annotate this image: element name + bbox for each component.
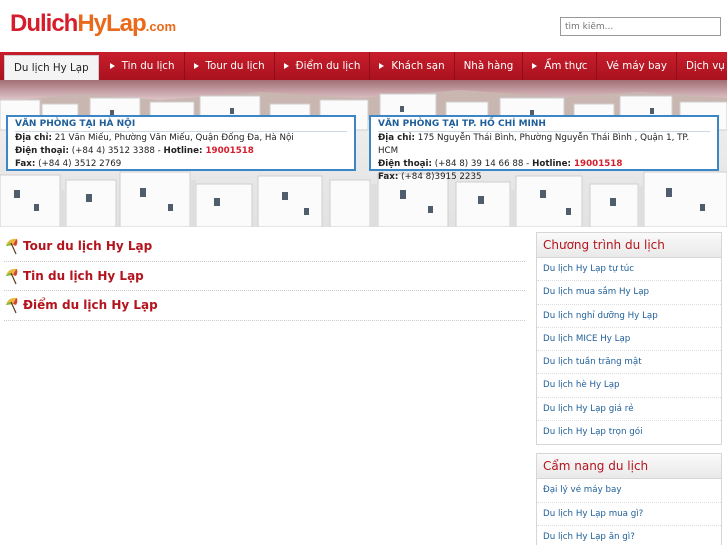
hotline-label: Hotline: [163,146,203,156]
office-fax: Fax: (+84 4) 3512 2769 [15,158,347,171]
nav-item-tour-du-lich[interactable]: Tour du lịch [185,52,275,80]
nav-item-nha-hang[interactable]: Nhà hàng [455,52,524,80]
box-handbook: Cẩm nang du lịch Đại lý vé máy bay Du lị… [536,453,722,545]
office-card-hanoi: VĂN PHÒNG TẠI HÀ NỘI Địa chỉ: 21 Văn Miế… [6,115,356,171]
logo-text-part1: Dulich [10,10,78,37]
nav-item-label: Vé máy bay [606,60,667,72]
address-label: Địa chỉ: [378,133,415,143]
box-title: Cẩm nang du lịch [537,454,721,480]
category-destinations[interactable]: Điểm du lịch Hy Lạp [4,291,525,321]
address-value: 175 Nguyễn Thái Bình, Phường Nguyễn Thái… [378,133,690,156]
beach-umbrella-icon [6,239,18,255]
sidebar-link[interactable]: Đại lý vé máy bay [537,479,721,503]
office-phone: Điện thoại: (+84 8) 39 14 66 88 - Hotlin… [378,158,710,171]
beach-umbrella-icon [6,298,18,314]
category-tour[interactable]: Tour du lịch Hy Lạp [4,232,525,262]
logo-text-part3: .com [145,19,177,34]
nav-item-label: Điểm du lịch [295,60,361,72]
office-address: Địa chỉ: 21 Văn Miếu, Phường Văn Miếu, Q… [15,132,347,145]
nav-item-du-lich-hy-lap[interactable]: Du lịch Hy Lạp [4,55,99,80]
hotline-label: Hotline: [532,159,571,169]
nav-item-dich-vu-visa[interactable]: Dịch vụ Visa [677,52,727,80]
arrow-right-icon [532,63,538,69]
box-title: Chương trình du lịch [537,233,721,258]
nav-item-am-thuc[interactable]: Ẩm thực [523,52,598,80]
nav-item-diem-du-lich[interactable]: Điểm du lịch [275,52,371,80]
hotline-value: 19001518 [570,159,623,169]
category-news[interactable]: Tin du lịch Hy Lạp [4,262,525,291]
sidebar-link[interactable]: Du lịch Hy Lạp ăn gì? [537,526,721,545]
office-title: VĂN PHÒNG TẠI TP. HỒ CHÍ MINH [378,118,710,132]
sidebar-link[interactable]: Du lịch hè Hy Lạp [537,374,721,398]
phone-value: (+84 4) 3512 3388 - [68,146,164,156]
nav-item-tin-du-lich[interactable]: Tin du lịch [101,52,185,80]
fax-value: (+84 8)3915 2235 [398,172,482,182]
logo-text-part2: HyLap [77,10,146,37]
fax-label: Fax: [378,172,399,182]
office-address: Địa chỉ: 175 Nguyễn Thái Bình, Phường Ng… [378,132,710,158]
sidebar-link[interactable]: Du lịch Hy Lạp trọn gói [537,421,721,444]
beach-umbrella-icon [6,268,18,284]
search-input[interactable] [560,17,721,36]
arrow-right-icon [379,63,385,69]
banner-image: VĂN PHÒNG TẠI HÀ NỘI Địa chỉ: 21 Văn Miế… [0,80,727,227]
nav-item-label: Khách sạn [391,60,445,72]
nav-item-khach-san[interactable]: Khách sạn [370,52,455,80]
address-label: Địa chỉ: [15,133,52,143]
sidebar-link[interactable]: Du lịch tuần trăng mật [537,351,721,375]
category-link[interactable]: Tour du lịch Hy Lạp [23,239,152,253]
arrow-right-icon [193,63,199,69]
nav-item-label: Ẩm thực [544,60,588,72]
sidebar-link[interactable]: Du lịch Hy Lạp giá rẻ [537,398,721,422]
office-title: VĂN PHÒNG TẠI HÀ NỘI [15,118,347,132]
hotline-value: 19001518 [202,146,254,156]
phone-label: Điện thoại: [378,159,432,169]
sidebar-link[interactable]: Du lịch Hy Lạp tự túc [537,258,721,282]
category-link[interactable]: Điểm du lịch Hy Lạp [23,298,158,312]
sidebar-link[interactable]: Du lịch mua sắm Hy Lạp [537,281,721,305]
site-logo[interactable]: DulichHyLap.com [10,8,176,43]
phone-value: (+84 8) 39 14 66 88 - [431,159,533,169]
office-fax: Fax: (+84 8)3915 2235 [378,171,710,184]
sidebar-link[interactable]: Du lịch nghỉ dưỡng Hy Lạp [537,305,721,328]
category-link[interactable]: Tin du lịch Hy Lạp [23,269,144,283]
nav-item-label: Tour du lịch [205,60,265,72]
nav-item-label: Du lịch Hy Lạp [14,62,89,74]
sidebar: Chương trình du lịch Du lịch Hy Lạp tự t… [536,232,722,545]
nav-item-label: Nhà hàng [463,60,514,72]
arrow-right-icon [283,63,289,69]
nav-item-label: Dịch vụ Visa [685,60,727,72]
main-nav: Du lịch Hy Lạp Tin du lịch Tour du lịch … [0,52,727,80]
page: DulichHyLap.com Du lịch Hy Lạp Tin du lị… [0,0,727,545]
nav-item-label: Tin du lịch [121,60,175,72]
fax-value: (+84 4) 3512 2769 [35,159,122,169]
address-value: 21 Văn Miếu, Phường Văn Miếu, Quận Đống … [51,133,294,143]
nav-item-ve-may-bay[interactable]: Vé máy bay [597,52,677,80]
sidebar-link[interactable]: Du lịch Hy Lạp mua gì? [537,503,721,526]
sidebar-link[interactable]: Du lịch MICE Hy Lạp [537,328,721,352]
header: DulichHyLap.com [0,0,727,50]
box-programs: Chương trình du lịch Du lịch Hy Lạp tự t… [536,232,722,446]
arrow-right-icon [109,63,115,69]
office-card-hcm: VĂN PHÒNG TẠI TP. HỒ CHÍ MINH Địa chỉ: 1… [369,115,719,182]
phone-label: Điện thoại: [15,146,69,156]
office-phone: Điện thoại: (+84 4) 3512 3388 - Hotline:… [15,145,347,158]
main-content: Tour du lịch Hy Lạp Tin du lịch Hy Lạp Đ… [0,232,525,545]
fax-label: Fax: [15,159,36,169]
